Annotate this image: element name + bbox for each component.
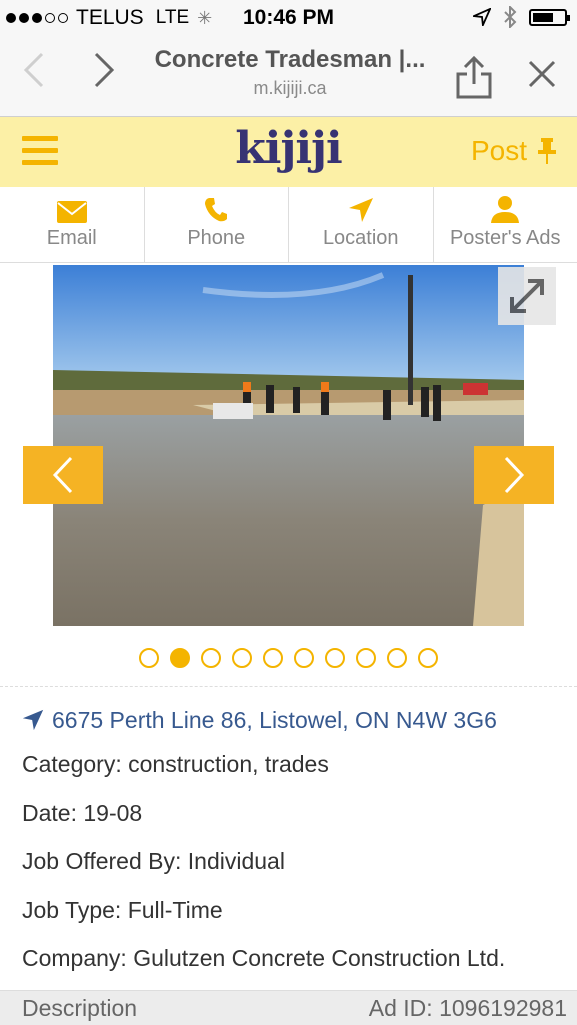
person-icon (490, 195, 520, 223)
pager-dot[interactable] (139, 648, 159, 668)
pager-dot[interactable] (325, 648, 345, 668)
status-right (473, 6, 567, 28)
pager-dot[interactable] (263, 648, 283, 668)
site-header: kijiji Post (0, 117, 577, 187)
battery-icon (529, 9, 567, 26)
address-text: 6675 Perth Line 86, Listowel, ON N4W 3G6 (52, 707, 497, 734)
previous-photo-button[interactable] (23, 446, 103, 504)
ad-id: Ad ID: 1096192981 (369, 995, 567, 1022)
chevron-right-icon (474, 446, 554, 504)
pager-dot[interactable] (356, 648, 376, 668)
chevron-right-icon (92, 52, 116, 88)
ad-id-label: Ad ID: (369, 995, 433, 1021)
phone-icon (204, 197, 228, 223)
close-button[interactable] (522, 56, 562, 96)
back-button[interactable] (14, 50, 54, 100)
post-label: Post (471, 135, 527, 167)
location-arrow-icon (22, 709, 44, 731)
offered-by-row: Job Offered By: Individual (22, 837, 562, 886)
job-type-row: Job Type: Full-Time (22, 886, 562, 935)
pager-dot[interactable] (418, 648, 438, 668)
browser-toolbar: Concrete Tradesman |... m.kijiji.ca (0, 36, 577, 117)
tab-phone-label: Phone (145, 227, 289, 250)
tab-email-label: Email (0, 227, 144, 250)
tab-phone[interactable]: Phone (145, 187, 290, 262)
company-row: Company: Gulutzen Concrete Construction … (22, 934, 562, 983)
status-bar: TELUS LTE ✳ 10:46 PM (0, 0, 577, 36)
tab-posters-ads[interactable]: Poster's Ads (434, 187, 577, 262)
listing-details: 6675 Perth Line 86, Listowel, ON N4W 3G6… (22, 700, 562, 983)
date-row: Date: 19-08 (22, 789, 562, 838)
post-ad-button[interactable]: Post (471, 135, 557, 167)
tab-posters-ads-label: Poster's Ads (434, 227, 577, 250)
pager-dot[interactable] (294, 648, 314, 668)
envelope-icon (57, 201, 87, 223)
pager-dot[interactable] (170, 648, 190, 668)
chevron-left-icon (22, 52, 46, 88)
pager-dot[interactable] (232, 648, 252, 668)
address-link[interactable]: 6675 Perth Line 86, Listowel, ON N4W 3G6 (22, 700, 562, 740)
forward-button[interactable] (84, 50, 124, 100)
page-url[interactable]: m.kijiji.ca (140, 78, 440, 99)
expand-icon (498, 267, 556, 325)
pager-dot[interactable] (387, 648, 407, 668)
share-button[interactable] (454, 54, 494, 100)
bluetooth-icon (503, 6, 517, 28)
photo-gallery (0, 262, 577, 687)
description-tab[interactable]: Description (22, 995, 137, 1022)
ad-id-value: 1096192981 (439, 995, 567, 1021)
tab-location-label: Location (289, 227, 433, 250)
photo-pager (0, 648, 577, 668)
page-title[interactable]: Concrete Tradesman |... (140, 46, 440, 74)
location-services-icon (473, 8, 491, 26)
fullscreen-button[interactable] (498, 267, 556, 325)
pager-dot[interactable] (201, 648, 221, 668)
listing-photo[interactable] (53, 265, 524, 626)
concrete-pour-image (53, 265, 524, 626)
location-arrow-icon (348, 197, 374, 223)
description-bar: Description Ad ID: 1096192981 (0, 990, 577, 1025)
chevron-left-icon (23, 446, 103, 504)
pushpin-icon (537, 138, 557, 164)
tab-location[interactable]: Location (289, 187, 434, 262)
share-icon (454, 54, 494, 100)
contact-tabs: Email Phone Location Poster's Ads (0, 187, 577, 263)
close-icon (527, 59, 557, 89)
next-photo-button[interactable] (474, 446, 554, 504)
category-row: Category: construction, trades (22, 740, 562, 789)
tab-email[interactable]: Email (0, 187, 145, 262)
divider (0, 686, 577, 687)
